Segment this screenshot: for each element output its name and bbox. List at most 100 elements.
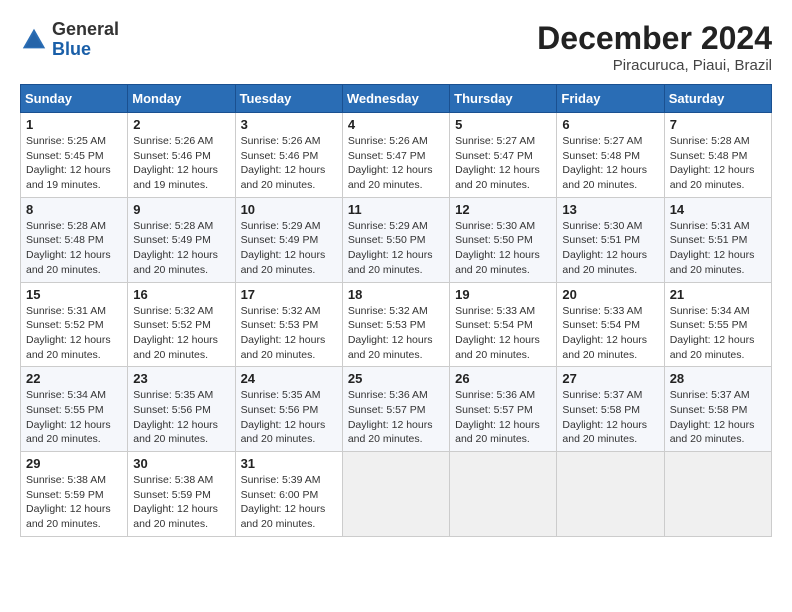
calendar-cell: 24 Sunrise: 5:35 AM Sunset: 5:56 PM Dayli…: [235, 367, 342, 452]
day-info: Sunrise: 5:28 AM Sunset: 5:48 PM Dayligh…: [670, 134, 766, 193]
day-number: 20: [562, 287, 658, 302]
calendar-cell: 21Sunrise: 5:34 AM Sunset: 5:55 PM Dayli…: [664, 282, 771, 367]
calendar-cell: 19 Sunrise: 5:33 AM Sunset: 5:54 PM Dayli…: [450, 282, 557, 367]
calendar-cell: 15 Sunrise: 5:31 AM Sunset: 5:52 PM Dayli…: [21, 282, 128, 367]
day-info: Sunrise: 5:27 AM Sunset: 5:47 PM Dayligh…: [455, 134, 551, 193]
day-number: 28: [670, 371, 766, 386]
day-number: 3: [241, 117, 337, 132]
day-number: 31: [241, 456, 337, 471]
calendar-cell: 7 Sunrise: 5:28 AM Sunset: 5:48 PM Daylig…: [664, 113, 771, 198]
day-number: 1: [26, 117, 122, 132]
calendar-cell: 25Sunrise: 5:36 AM Sunset: 5:57 PM Dayli…: [342, 367, 449, 452]
month-title: December 2024: [537, 20, 772, 57]
day-info: Sunrise: 5:36 AM Sunset: 5:57 PM Dayligh…: [455, 388, 551, 447]
day-info: Sunrise: 5:25 AM Sunset: 5:45 PM Dayligh…: [26, 134, 122, 193]
day-info: Sunrise: 5:32 AM Sunset: 5:52 PM Dayligh…: [133, 304, 229, 363]
day-header-wednesday: Wednesday: [342, 85, 449, 113]
day-number: 18: [348, 287, 444, 302]
calendar-cell: 16 Sunrise: 5:32 AM Sunset: 5:52 PM Dayli…: [128, 282, 235, 367]
day-info: Sunrise: 5:30 AM Sunset: 5:51 PM Dayligh…: [562, 219, 658, 278]
day-number: 11: [348, 202, 444, 217]
day-info: Sunrise: 5:27 AM Sunset: 5:48 PM Dayligh…: [562, 134, 658, 193]
day-info: Sunrise: 5:38 AM Sunset: 5:59 PM Dayligh…: [133, 473, 229, 532]
day-number: 14: [670, 202, 766, 217]
day-number: 19: [455, 287, 551, 302]
calendar-cell: 11 Sunrise: 5:29 AM Sunset: 5:50 PM Dayli…: [342, 197, 449, 282]
calendar-cell: 5 Sunrise: 5:27 AM Sunset: 5:47 PM Daylig…: [450, 113, 557, 198]
logo: General Blue: [20, 20, 119, 60]
day-number: 12: [455, 202, 551, 217]
day-number: 9: [133, 202, 229, 217]
day-info: Sunrise: 5:35 AM Sunset: 5:56 PM Dayligh…: [241, 388, 337, 447]
calendar-cell: 3 Sunrise: 5:26 AM Sunset: 5:46 PM Daylig…: [235, 113, 342, 198]
day-info: Sunrise: 5:32 AM Sunset: 5:53 PM Dayligh…: [241, 304, 337, 363]
day-info: Sunrise: 5:33 AM Sunset: 5:54 PM Dayligh…: [562, 304, 658, 363]
day-number: 30: [133, 456, 229, 471]
day-number: 5: [455, 117, 551, 132]
day-info: Sunrise: 5:30 AM Sunset: 5:50 PM Dayligh…: [455, 219, 551, 278]
calendar-cell: [450, 452, 557, 537]
day-info: Sunrise: 5:26 AM Sunset: 5:46 PM Dayligh…: [133, 134, 229, 193]
day-info: Sunrise: 5:34 AM Sunset: 5:55 PM Dayligh…: [670, 304, 766, 363]
day-number: 23: [133, 371, 229, 386]
day-info: Sunrise: 5:29 AM Sunset: 5:50 PM Dayligh…: [348, 219, 444, 278]
day-header-thursday: Thursday: [450, 85, 557, 113]
calendar-cell: 26 Sunrise: 5:36 AM Sunset: 5:57 PM Dayli…: [450, 367, 557, 452]
day-number: 7: [670, 117, 766, 132]
day-info: Sunrise: 5:26 AM Sunset: 5:46 PM Dayligh…: [241, 134, 337, 193]
calendar-table: SundayMondayTuesdayWednesdayThursdayFrid…: [20, 84, 772, 537]
day-number: 24: [241, 371, 337, 386]
logo-blue: Blue: [52, 39, 91, 59]
day-number: 15: [26, 287, 122, 302]
day-number: 10: [241, 202, 337, 217]
calendar-cell: 27 Sunrise: 5:37 AM Sunset: 5:58 PM Dayli…: [557, 367, 664, 452]
day-info: Sunrise: 5:31 AM Sunset: 5:51 PM Dayligh…: [670, 219, 766, 278]
day-number: 29: [26, 456, 122, 471]
day-info: Sunrise: 5:32 AM Sunset: 5:53 PM Dayligh…: [348, 304, 444, 363]
calendar-cell: 9 Sunrise: 5:28 AM Sunset: 5:49 PM Daylig…: [128, 197, 235, 282]
calendar-cell: 12 Sunrise: 5:30 AM Sunset: 5:50 PM Dayli…: [450, 197, 557, 282]
day-header-friday: Friday: [557, 85, 664, 113]
day-header-saturday: Saturday: [664, 85, 771, 113]
day-info: Sunrise: 5:28 AM Sunset: 5:48 PM Dayligh…: [26, 219, 122, 278]
day-info: Sunrise: 5:26 AM Sunset: 5:47 PM Dayligh…: [348, 134, 444, 193]
calendar-cell: 13 Sunrise: 5:30 AM Sunset: 5:51 PM Dayli…: [557, 197, 664, 282]
day-info: Sunrise: 5:31 AM Sunset: 5:52 PM Dayligh…: [26, 304, 122, 363]
day-number: 13: [562, 202, 658, 217]
day-info: Sunrise: 5:28 AM Sunset: 5:49 PM Dayligh…: [133, 219, 229, 278]
calendar-cell: 28 Sunrise: 5:37 AM Sunset: 5:58 PM Dayli…: [664, 367, 771, 452]
day-info: Sunrise: 5:37 AM Sunset: 5:58 PM Dayligh…: [670, 388, 766, 447]
day-info: Sunrise: 5:33 AM Sunset: 5:54 PM Dayligh…: [455, 304, 551, 363]
calendar-cell: 17Sunrise: 5:32 AM Sunset: 5:53 PM Dayli…: [235, 282, 342, 367]
calendar-cell: 14 Sunrise: 5:31 AM Sunset: 5:51 PM Dayli…: [664, 197, 771, 282]
calendar-cell: 20 Sunrise: 5:33 AM Sunset: 5:54 PM Dayli…: [557, 282, 664, 367]
day-number: 22: [26, 371, 122, 386]
calendar-cell: 22 Sunrise: 5:34 AM Sunset: 5:55 PM Dayli…: [21, 367, 128, 452]
calendar-cell: 30 Sunrise: 5:38 AM Sunset: 5:59 PM Dayli…: [128, 452, 235, 537]
day-number: 25: [348, 371, 444, 386]
calendar-cell: 2 Sunrise: 5:26 AM Sunset: 5:46 PM Daylig…: [128, 113, 235, 198]
calendar-cell: 23 Sunrise: 5:35 AM Sunset: 5:56 PM Dayli…: [128, 367, 235, 452]
day-number: 26: [455, 371, 551, 386]
day-number: 2: [133, 117, 229, 132]
day-number: 8: [26, 202, 122, 217]
day-info: Sunrise: 5:38 AM Sunset: 5:59 PM Dayligh…: [26, 473, 122, 532]
day-header-sunday: Sunday: [21, 85, 128, 113]
calendar-cell: 29 Sunrise: 5:38 AM Sunset: 5:59 PM Dayli…: [21, 452, 128, 537]
logo-general: General: [52, 19, 119, 39]
day-info: Sunrise: 5:29 AM Sunset: 5:49 PM Dayligh…: [241, 219, 337, 278]
day-number: 27: [562, 371, 658, 386]
calendar-cell: 18 Sunrise: 5:32 AM Sunset: 5:53 PM Dayli…: [342, 282, 449, 367]
day-info: Sunrise: 5:39 AM Sunset: 6:00 PM Dayligh…: [241, 473, 337, 532]
day-number: 16: [133, 287, 229, 302]
calendar-cell: 1 Sunrise: 5:25 AM Sunset: 5:45 PM Daylig…: [21, 113, 128, 198]
day-info: Sunrise: 5:37 AM Sunset: 5:58 PM Dayligh…: [562, 388, 658, 447]
day-info: Sunrise: 5:35 AM Sunset: 5:56 PM Dayligh…: [133, 388, 229, 447]
day-info: Sunrise: 5:34 AM Sunset: 5:55 PM Dayligh…: [26, 388, 122, 447]
calendar-cell: [664, 452, 771, 537]
logo-text: General Blue: [52, 20, 119, 60]
calendar-cell: [557, 452, 664, 537]
calendar-cell: 6Sunrise: 5:27 AM Sunset: 5:48 PM Daylig…: [557, 113, 664, 198]
calendar-cell: [342, 452, 449, 537]
page-header: General Blue December 2024 Piracuruca, P…: [20, 20, 772, 74]
